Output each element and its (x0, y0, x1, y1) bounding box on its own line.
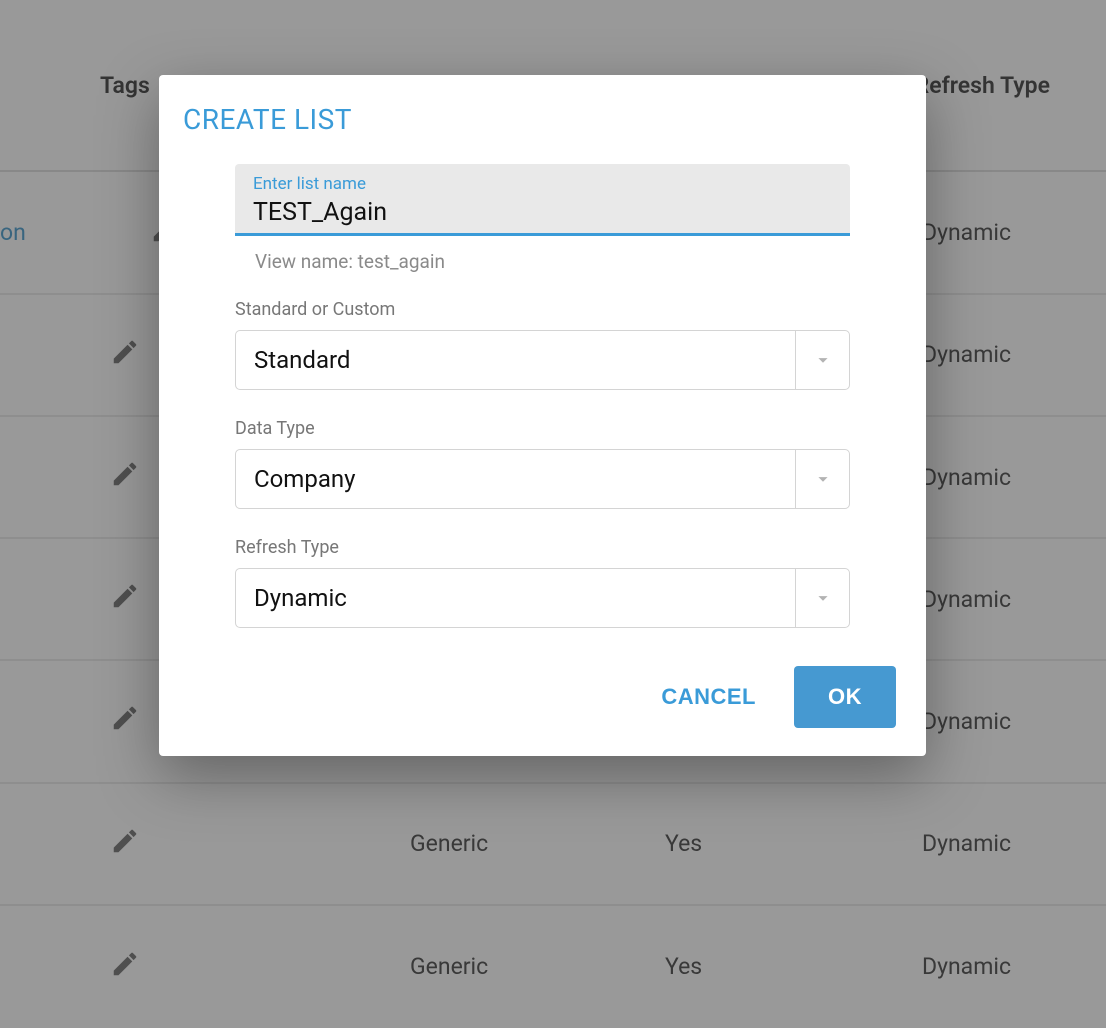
data-type-label: Data Type (235, 418, 902, 439)
standard-custom-select[interactable]: Standard (235, 330, 850, 390)
chevron-down-icon (795, 450, 849, 508)
data-type-select[interactable]: Company (235, 449, 850, 509)
list-name-label: Enter list name (253, 174, 832, 194)
modal-title: CREATE LIST (183, 103, 902, 136)
chevron-down-icon (795, 569, 849, 627)
refresh-type-value: Dynamic (254, 584, 347, 612)
refresh-type-label: Refresh Type (235, 537, 902, 558)
chevron-down-icon (795, 331, 849, 389)
view-name-hint: View name: test_again (255, 250, 902, 273)
data-type-value: Company (254, 465, 356, 493)
standard-custom-label: Standard or Custom (235, 299, 902, 320)
cancel-button[interactable]: CANCEL (661, 684, 756, 710)
list-name-field-wrap[interactable]: Enter list name (235, 164, 850, 236)
refresh-type-select[interactable]: Dynamic (235, 568, 850, 628)
create-list-modal: CREATE LIST Enter list name View name: t… (159, 75, 926, 756)
list-name-input[interactable] (253, 198, 832, 227)
standard-custom-value: Standard (254, 346, 350, 374)
ok-button[interactable]: OK (794, 666, 896, 728)
